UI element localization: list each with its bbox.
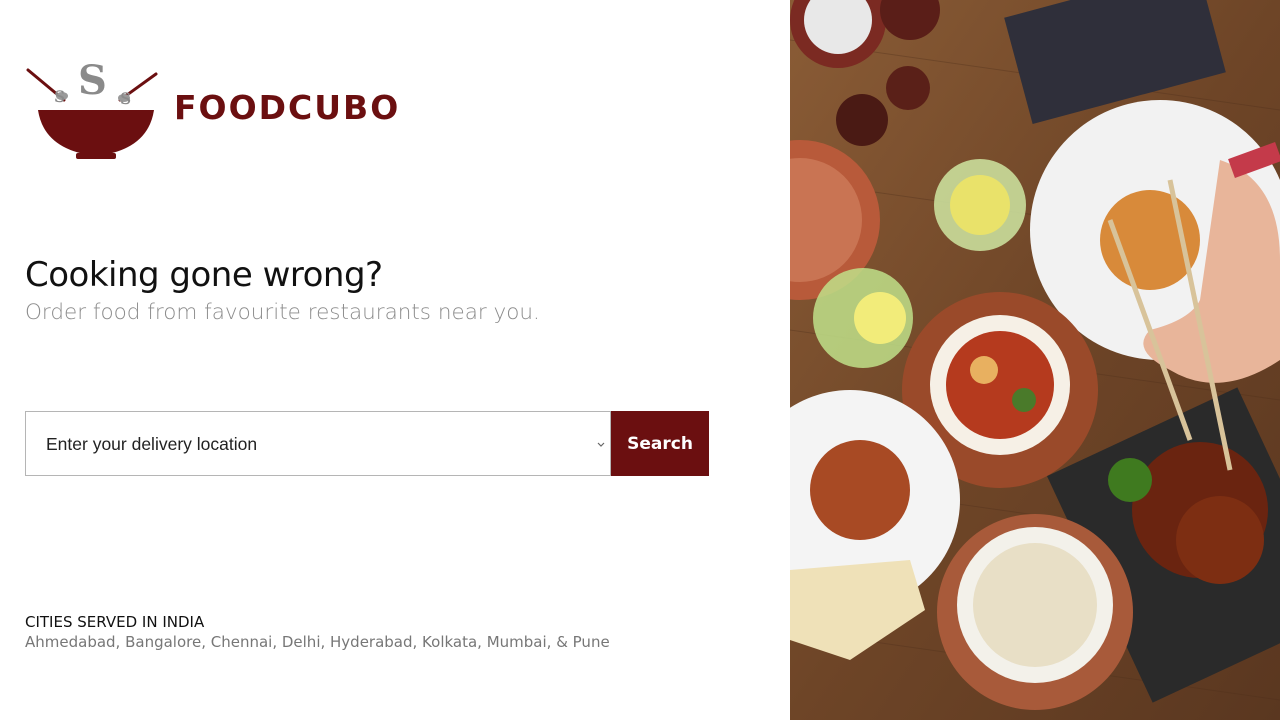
cities-served-title: CITIES SERVED IN INDIA (25, 613, 205, 631)
delivery-location-select[interactable]: Enter your delivery location (25, 411, 612, 476)
location-search-bar: Enter your delivery location Search (25, 411, 709, 476)
search-button[interactable]: Search (611, 411, 709, 476)
cities-served-list: Ahmedabad, Bangalore, Chennai, Delhi, Hy… (25, 633, 610, 651)
chevron-down-icon (596, 437, 606, 447)
delivery-location-placeholder: Enter your delivery location (46, 434, 258, 454)
food-hero-image (790, 0, 1280, 720)
svg-text:s: s (54, 83, 65, 108)
landing-panel: S s s FOODCUBO Cooking gone wrong? Order… (0, 0, 790, 720)
svg-text:S: S (78, 57, 107, 104)
brand-name: FOODCUBO (174, 88, 401, 127)
svg-text:s: s (120, 85, 131, 110)
food-bowl-logo-icon: S s s (24, 56, 164, 160)
page-headline: Cooking gone wrong? (25, 255, 383, 295)
page-subheadline: Order food from favourite restaurants ne… (25, 300, 540, 325)
